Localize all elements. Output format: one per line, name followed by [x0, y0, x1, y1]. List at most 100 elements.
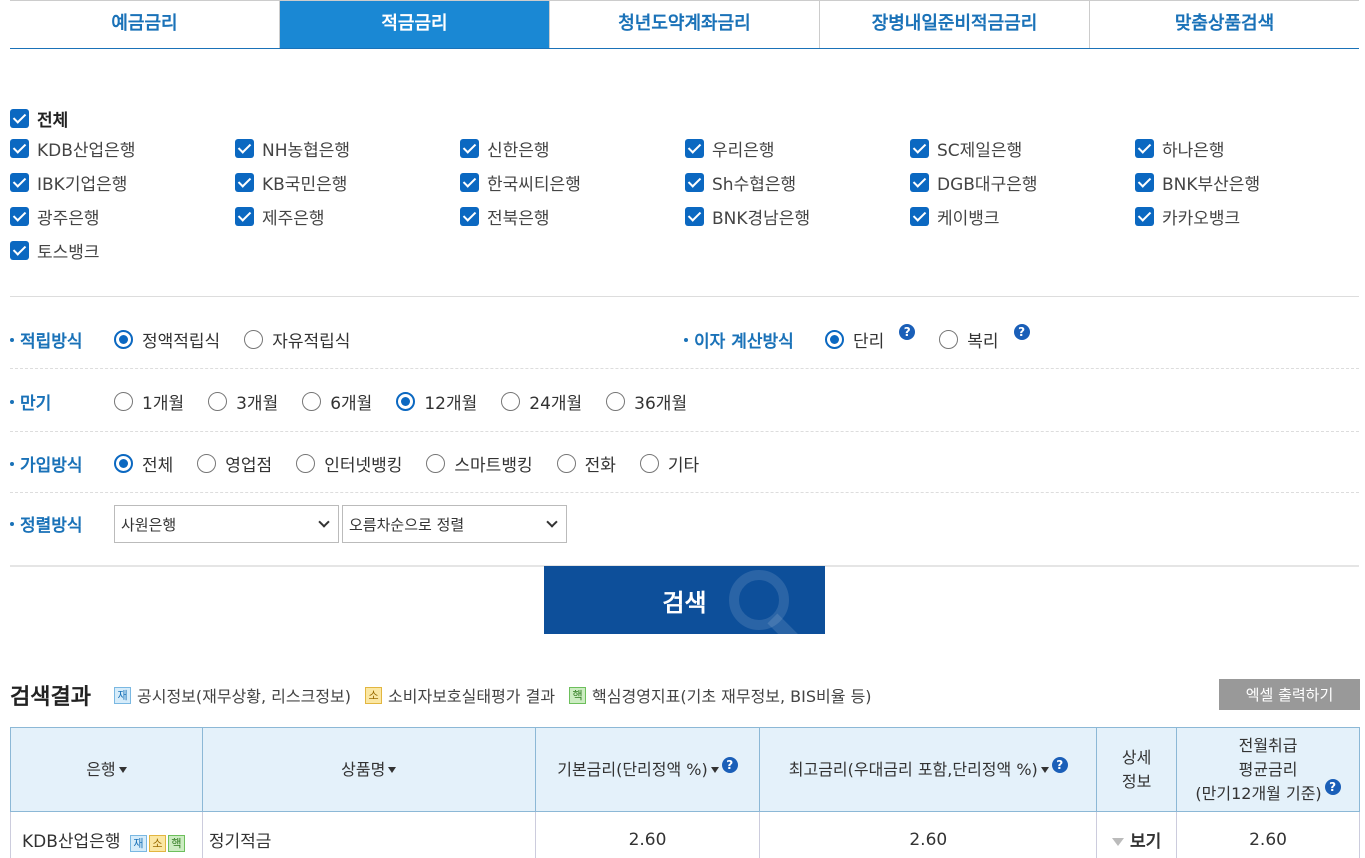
- radio-term-36m[interactable]: 36개월: [606, 389, 687, 414]
- bank-checkbox-jeju[interactable]: 제주은행: [235, 206, 460, 229]
- bank-label: 신한은행: [487, 140, 550, 161]
- bank-checkbox-jeonbuk[interactable]: 전북은행: [460, 206, 685, 229]
- radio-join-internet[interactable]: 인터넷뱅킹: [296, 451, 402, 476]
- bank-checkbox-kb[interactable]: KB국민은행: [235, 172, 460, 195]
- tab-savings-rate[interactable]: 적금금리: [280, 1, 550, 48]
- divider: [10, 431, 1359, 432]
- bank-checkbox-shinhan[interactable]: 신한은행: [460, 138, 685, 161]
- sort-by-select[interactable]: 사원은행: [114, 505, 339, 543]
- radio-label: 복리: [967, 332, 999, 352]
- radio-term-3m[interactable]: 3개월: [208, 389, 278, 414]
- radio-selected-icon: [114, 454, 133, 473]
- bullet-icon: [684, 337, 688, 342]
- radio-label: 정액적립식: [142, 332, 221, 352]
- table-row: KDB산업은행 재소핵 정기적금 2.60 2.60 보기 2.60: [10, 811, 1360, 858]
- key-indicators-badge-icon[interactable]: 핵: [167, 834, 185, 852]
- excel-export-button[interactable]: 엑셀 출력하기: [1219, 679, 1360, 710]
- bank-checkbox-sc[interactable]: SC제일은행: [910, 138, 1135, 161]
- radio-term-6m[interactable]: 6개월: [302, 389, 372, 414]
- radio-join-branch[interactable]: 영업점: [197, 451, 272, 476]
- cell-detail[interactable]: 보기: [1096, 811, 1178, 858]
- detail-view-link[interactable]: 보기: [1130, 832, 1161, 852]
- radio-empty-icon: [244, 330, 264, 349]
- checkbox-checked-icon: [10, 138, 29, 158]
- column-header-base-rate[interactable]: 기본금리(단리정액 %)?: [534, 727, 761, 812]
- search-button[interactable]: 검색: [544, 566, 825, 634]
- tab-deposit-rate[interactable]: 예금금리: [10, 1, 280, 48]
- bank-checkbox-citi[interactable]: 한국씨티은행: [460, 172, 685, 195]
- bank-checkbox-hana[interactable]: 하나은행: [1135, 138, 1360, 161]
- help-icon[interactable]: ?: [1324, 778, 1341, 795]
- legend-text: 핵심경영지표(기초 재무정보, BIS비율 등): [592, 687, 872, 706]
- help-icon[interactable]: ?: [1051, 756, 1068, 773]
- header-label: 은행: [86, 759, 116, 779]
- rate-tabs: 예금금리 적금금리 청년도약계좌금리 장병내일준비적금금리 맞춤상품검색: [10, 0, 1359, 49]
- column-header-bank[interactable]: 은행: [10, 727, 203, 812]
- bank-checkbox-ibk[interactable]: IBK기업은행: [10, 172, 235, 195]
- bank-label: 토스뱅크: [37, 242, 100, 263]
- header-label: 상세: [1121, 747, 1152, 767]
- cell-max-rate: 2.60: [759, 811, 1098, 858]
- bank-name: KDB산업은행: [22, 832, 121, 852]
- radio-join-phone[interactable]: 전화: [556, 451, 616, 476]
- radio-compound-interest[interactable]: 복리?: [939, 323, 1030, 352]
- results-legend: 재 공시정보(재무상황, 리스크정보) 소 소비자보호실태평가 결과 핵 핵심경영지표…: [114, 683, 886, 707]
- radio-fixed-deposit[interactable]: 정액적립식: [114, 327, 220, 352]
- checkbox-checked-icon: [235, 138, 254, 158]
- help-icon[interactable]: ?: [1013, 323, 1030, 340]
- radio-join-other[interactable]: 기타: [639, 451, 699, 476]
- bank-checkbox-sh[interactable]: Sh수협은행: [685, 172, 910, 195]
- checkbox-checked-icon: [460, 206, 479, 226]
- checkbox-checked-icon: [685, 206, 704, 226]
- disclosure-badge-icon[interactable]: 재: [129, 834, 147, 852]
- disclosure-badge-icon: 재: [114, 686, 131, 704]
- legend-text: 소비자보호실태평가 결과: [388, 687, 556, 706]
- bank-checkbox-kdb[interactable]: KDB산업은행: [10, 138, 235, 161]
- column-header-product[interactable]: 상품명: [201, 727, 536, 812]
- bank-checkbox-tossbank[interactable]: 토스뱅크: [10, 240, 235, 263]
- radio-empty-icon: [606, 392, 626, 411]
- radio-join-smart[interactable]: 스마트뱅킹: [426, 451, 533, 476]
- bank-checkbox-bnk-kyongnam[interactable]: BNK경남은행: [685, 206, 910, 229]
- deposit-method-label: 적립방식: [10, 327, 83, 352]
- tab-soldier-savings-rate[interactable]: 장병내일준비적금금리: [820, 1, 1090, 48]
- bank-checkbox-kakaobank[interactable]: 카카오뱅크: [1135, 206, 1360, 229]
- bank-label: BNK경남은행: [712, 208, 811, 229]
- sort-order-select[interactable]: 오름차순으로 정렬: [342, 505, 567, 543]
- radio-simple-interest[interactable]: 단리?: [825, 323, 916, 352]
- radio-empty-icon: [114, 392, 133, 411]
- header-label: 정보: [1121, 771, 1152, 791]
- radio-join-all[interactable]: 전체: [114, 451, 173, 476]
- bank-checkbox-nh[interactable]: NH농협은행: [235, 138, 460, 161]
- bank-label: DGB대구은행: [937, 174, 1038, 195]
- consumer-protection-badge-icon[interactable]: 소: [148, 834, 166, 852]
- bank-label: 카카오뱅크: [1162, 208, 1241, 229]
- help-icon[interactable]: ?: [899, 323, 916, 340]
- checkbox-checked-icon: [10, 206, 29, 226]
- column-header-max-rate[interactable]: 최고금리(우대금리 포함,단리정액 %)?: [759, 727, 1098, 812]
- radio-term-12m[interactable]: 12개월: [396, 389, 477, 414]
- checkbox-checked-icon: [685, 138, 704, 158]
- bank-checkbox-kwangju[interactable]: 광주은행: [10, 206, 235, 229]
- tab-youth-leap-account-rate[interactable]: 청년도약계좌금리: [550, 1, 820, 48]
- bank-all-checkbox[interactable]: 전체: [10, 106, 68, 131]
- help-icon[interactable]: ?: [721, 756, 738, 773]
- checkbox-checked-icon: [910, 138, 929, 158]
- checkbox-checked-icon: [10, 109, 29, 128]
- deposit-method-radio-group: 정액적립식 자유적립식: [114, 327, 374, 352]
- bank-checkbox-kbank[interactable]: 케이뱅크: [910, 206, 1135, 229]
- checkbox-checked-icon: [910, 172, 929, 192]
- bank-checkbox-dgb[interactable]: DGB대구은행: [910, 172, 1135, 195]
- radio-free-deposit[interactable]: 자유적립식: [244, 327, 350, 352]
- bank-checkbox-woori[interactable]: 우리은행: [685, 138, 910, 161]
- tab-custom-product-search[interactable]: 맞춤상품검색: [1090, 1, 1359, 48]
- results-title: 검색결과: [10, 685, 91, 710]
- header-label: 평균금리: [1238, 759, 1298, 779]
- radio-term-1m[interactable]: 1개월: [114, 389, 184, 414]
- bank-label: KB국민은행: [262, 174, 348, 195]
- radio-term-24m[interactable]: 24개월: [501, 389, 582, 414]
- bank-checkbox-bnk-busan[interactable]: BNK부산은행: [1135, 172, 1360, 195]
- cell-bank: KDB산업은행 재소핵: [10, 811, 203, 858]
- column-header-detail: 상세정보: [1096, 727, 1178, 812]
- radio-label: 24개월: [529, 394, 583, 414]
